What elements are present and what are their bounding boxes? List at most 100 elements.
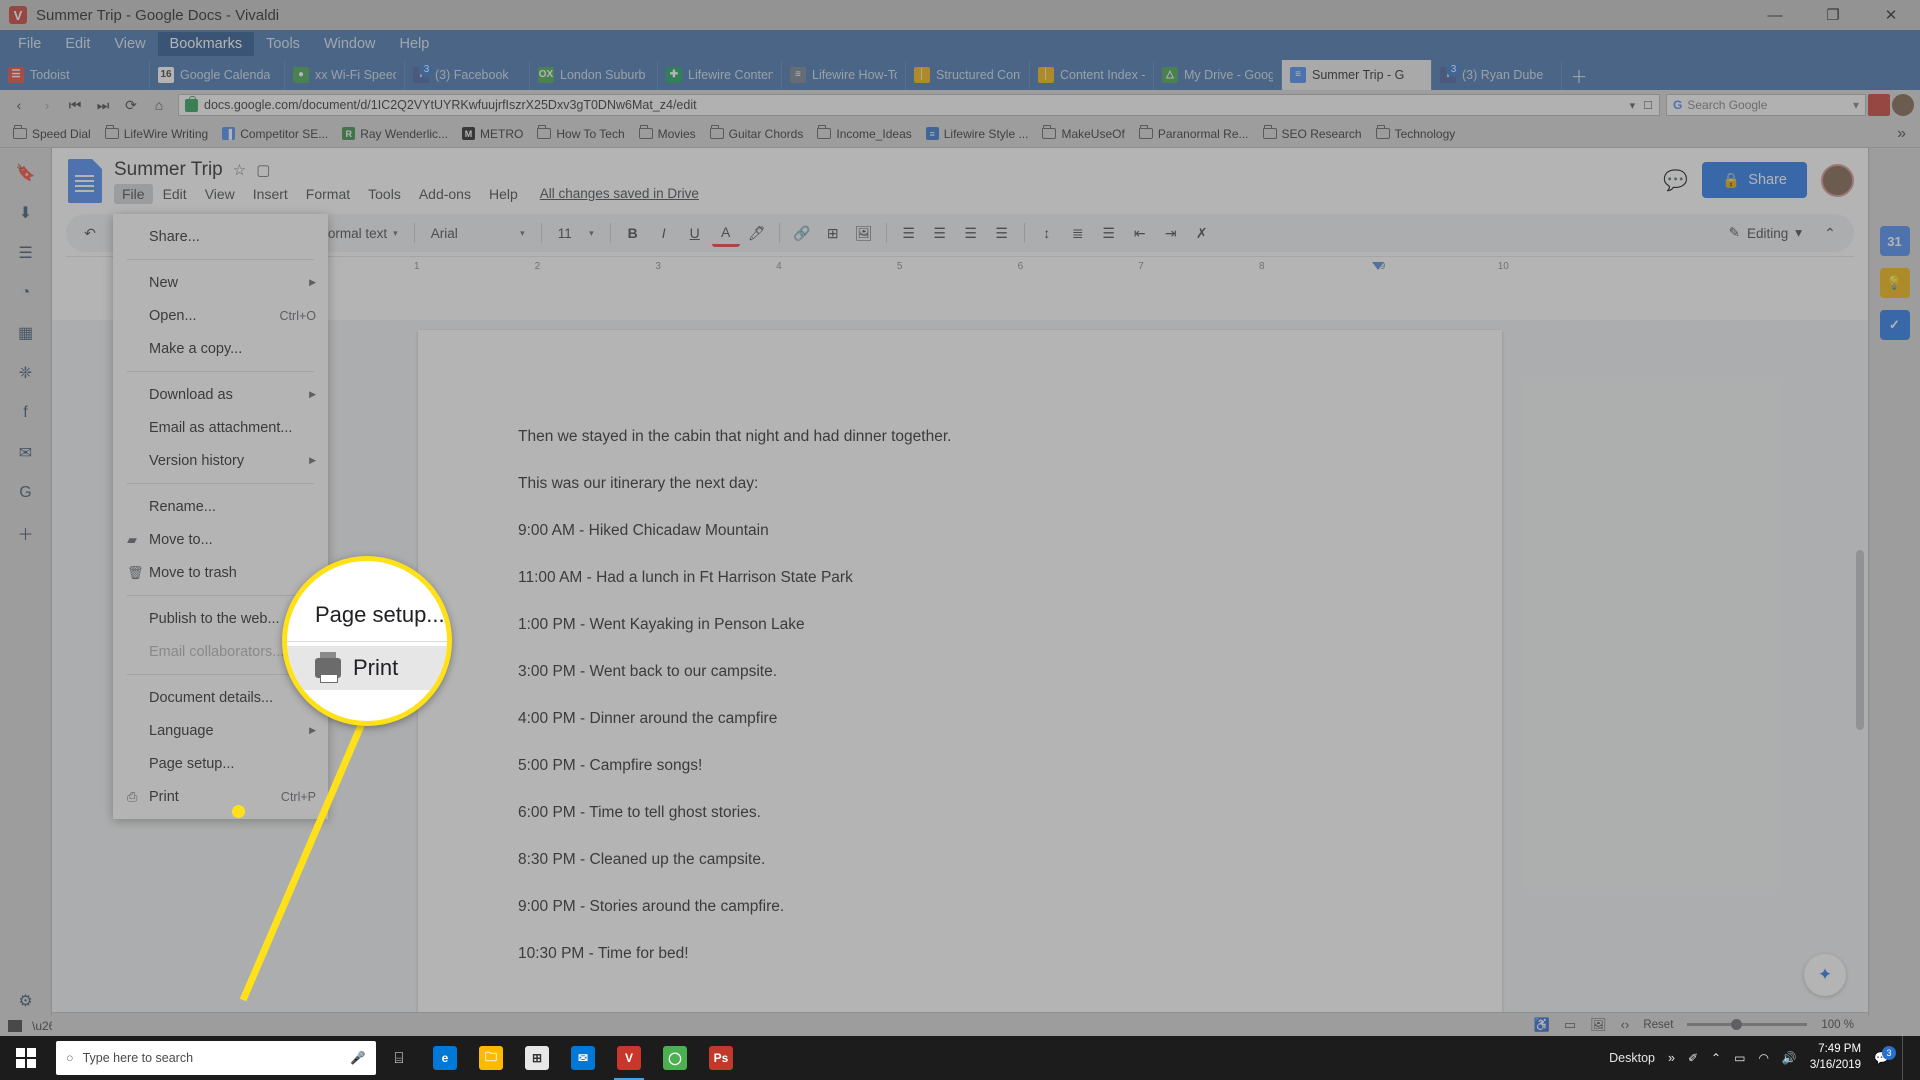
- fastforward-button[interactable]: ⏭: [90, 92, 116, 118]
- taskbar-app-button[interactable]: V: [606, 1036, 652, 1080]
- image-icon[interactable]: 🖼: [1590, 1017, 1607, 1033]
- document-paragraph[interactable]: This was our itinerary the next day:: [518, 473, 1402, 495]
- panel-facebook-icon[interactable]: f: [11, 398, 41, 428]
- browser-tab[interactable]: ✚ Lifewire Content: [658, 60, 782, 90]
- zoom-slider[interactable]: [1687, 1019, 1808, 1030]
- microphone-icon[interactable]: 🎤: [350, 1051, 366, 1066]
- document-page[interactable]: Then we stayed in the cabin that night a…: [418, 330, 1502, 1016]
- panel-settings-icon[interactable]: ⚙: [11, 986, 41, 1016]
- browser-tab[interactable]: OX London Suburb: [530, 60, 658, 90]
- reload-button[interactable]: ⟳: [118, 92, 144, 118]
- bookmark-star-icon[interactable]: ☐: [1643, 99, 1653, 112]
- docs-menu-help[interactable]: Help: [481, 184, 526, 204]
- comments-icon[interactable]: 💬: [1663, 168, 1688, 193]
- bookmark-item[interactable]: ▐ Competitor SE...: [215, 125, 335, 143]
- new-tab-button[interactable]: ＋: [1562, 60, 1596, 90]
- document-paragraph[interactable]: 6:00 PM - Time to tell ghost stories.: [518, 802, 1402, 824]
- menubar-item-file[interactable]: File: [6, 32, 53, 57]
- panel-add-icon[interactable]: ＋: [11, 518, 41, 548]
- numbered-list-button[interactable]: ≣: [1064, 219, 1092, 247]
- document-paragraph[interactable]: Then we stayed in the cabin that night a…: [518, 426, 1402, 448]
- align-justify-button[interactable]: ☰: [988, 219, 1016, 247]
- bookmark-item[interactable]: MakeUseOf: [1035, 125, 1131, 143]
- docs-menu-tools[interactable]: Tools: [360, 184, 409, 204]
- browser-tab[interactable]: │ Structured Cont: [906, 60, 1030, 90]
- star-icon[interactable]: ☆: [233, 161, 246, 179]
- magnified-page-setup-item[interactable]: Page setup...: [315, 593, 447, 637]
- panel-twitter-icon[interactable]: ❈: [11, 358, 41, 388]
- bookmark-item[interactable]: R Ray Wenderlic...: [335, 125, 455, 143]
- document-paragraph[interactable]: 8:30 PM - Cleaned up the campsite.: [518, 849, 1402, 871]
- avatar[interactable]: [1821, 163, 1854, 197]
- document-paragraph[interactable]: 5:00 PM - Campfire songs!: [518, 755, 1402, 777]
- file-menu-item-new[interactable]: New ▶: [113, 266, 328, 299]
- bookmark-overflow-button[interactable]: »: [1889, 125, 1914, 143]
- share-button[interactable]: 🔒 Share: [1702, 162, 1807, 198]
- taskbar-clock[interactable]: 7:49 PM 3/16/2019: [1810, 1042, 1861, 1073]
- pen-icon[interactable]: ✐: [1688, 1051, 1698, 1065]
- document-paragraph[interactable]: 9:00 PM - Stories around the campfire.: [518, 896, 1402, 918]
- browser-tab[interactable]: △ My Drive - Goog: [1154, 60, 1282, 90]
- file-menu-item-move-to[interactable]: ▰ Move to...: [113, 523, 328, 556]
- file-menu-item-share[interactable]: Share...: [113, 220, 328, 253]
- capture-icon[interactable]: [8, 1020, 22, 1032]
- bookmark-item[interactable]: Guitar Chords: [703, 125, 811, 143]
- browser-tab[interactable]: ≡ Summer Trip - G: [1282, 60, 1432, 90]
- panel-calendar-icon[interactable]: ▦: [11, 318, 41, 348]
- file-menu-item-print[interactable]: ⎙ Print Ctrl+P: [113, 780, 328, 813]
- browser-tab[interactable]: ≡ Lifewire How-To: [782, 60, 906, 90]
- taskbar-app-button[interactable]: 🗀: [468, 1036, 514, 1080]
- chevron-up-icon[interactable]: ⌃: [1711, 1051, 1721, 1065]
- move-folder-icon[interactable]: ▢: [256, 161, 270, 179]
- file-menu-item-version-history[interactable]: Version history ▶: [113, 444, 328, 477]
- document-paragraph[interactable]: 3:00 PM - Went back to our campsite.: [518, 661, 1402, 683]
- volume-icon[interactable]: 🔊: [1782, 1051, 1797, 1065]
- taskbar-app-button[interactable]: e: [422, 1036, 468, 1080]
- bookmark-item[interactable]: Income_Ideas: [810, 125, 918, 143]
- vertical-scrollbar[interactable]: [1856, 550, 1864, 730]
- layout-icon[interactable]: ▭: [1564, 1017, 1576, 1033]
- docs-menu-edit[interactable]: Edit: [155, 184, 195, 204]
- extension-icon-1[interactable]: [1868, 94, 1890, 116]
- save-status-label[interactable]: All changes saved in Drive: [540, 186, 699, 201]
- tasks-icon[interactable]: ✓: [1879, 310, 1910, 340]
- font-select[interactable]: Arial ▾: [423, 220, 533, 246]
- forward-button[interactable]: ›: [34, 92, 60, 118]
- code-icon[interactable]: ‹›: [1621, 1017, 1630, 1032]
- docs-menu-insert[interactable]: Insert: [245, 184, 296, 204]
- bookmark-item[interactable]: ≡ Lifewire Style ...: [919, 125, 1036, 143]
- insert-image-button[interactable]: 🖼: [850, 219, 878, 247]
- insert-link-button[interactable]: 🔗: [788, 219, 816, 247]
- bookmark-item[interactable]: Movies: [632, 125, 703, 143]
- increase-indent-button[interactable]: ⇥: [1157, 219, 1185, 247]
- taskbar-app-button[interactable]: Ps: [698, 1036, 744, 1080]
- highlight-color-button[interactable]: 🖊: [743, 219, 771, 247]
- file-menu-item-make-a-copy[interactable]: Make a copy...: [113, 332, 328, 365]
- align-left-button[interactable]: ☰: [895, 219, 923, 247]
- document-paragraph[interactable]: 9:00 AM - Hiked Chicadaw Mountain: [518, 520, 1402, 542]
- url-dropdown-icon[interactable]: ▾: [1630, 99, 1636, 112]
- document-paragraph[interactable]: 4:00 PM - Dinner around the campfire: [518, 708, 1402, 730]
- document-ruler[interactable]: 1 2 3 4 5 6 7 8 9 10: [66, 256, 1854, 276]
- bold-button[interactable]: B: [619, 219, 647, 247]
- docs-menu-view[interactable]: View: [197, 184, 243, 204]
- editing-mode-select[interactable]: ✎ Editing ▾: [1721, 225, 1810, 241]
- underline-button[interactable]: U: [681, 219, 709, 247]
- start-button[interactable]: [0, 1036, 52, 1080]
- accessibility-icon[interactable]: ♿: [1534, 1017, 1550, 1033]
- action-center-button[interactable]: 💬 3: [1874, 1046, 1896, 1065]
- browser-tab[interactable]: ☰ Todoist: [0, 60, 150, 90]
- menubar-item-tools[interactable]: Tools: [254, 32, 312, 57]
- taskbar-app-button[interactable]: ◯: [652, 1036, 698, 1080]
- docs-menu-format[interactable]: Format: [298, 184, 358, 204]
- rewind-button[interactable]: ⏮: [62, 92, 88, 118]
- file-menu-item-rename[interactable]: Rename...: [113, 490, 328, 523]
- keep-note-icon[interactable]: 💡: [1879, 268, 1910, 298]
- collapse-toolbar-button[interactable]: ⌃: [1816, 219, 1844, 247]
- right-indent-marker[interactable]: [1371, 262, 1384, 270]
- google-docs-logo-icon[interactable]: [68, 159, 102, 203]
- decrease-indent-button[interactable]: ⇤: [1126, 219, 1154, 247]
- explore-button[interactable]: ✦: [1804, 954, 1846, 996]
- panel-notes-icon[interactable]: ☰: [11, 238, 41, 268]
- bookmark-item[interactable]: M METRO: [455, 125, 530, 143]
